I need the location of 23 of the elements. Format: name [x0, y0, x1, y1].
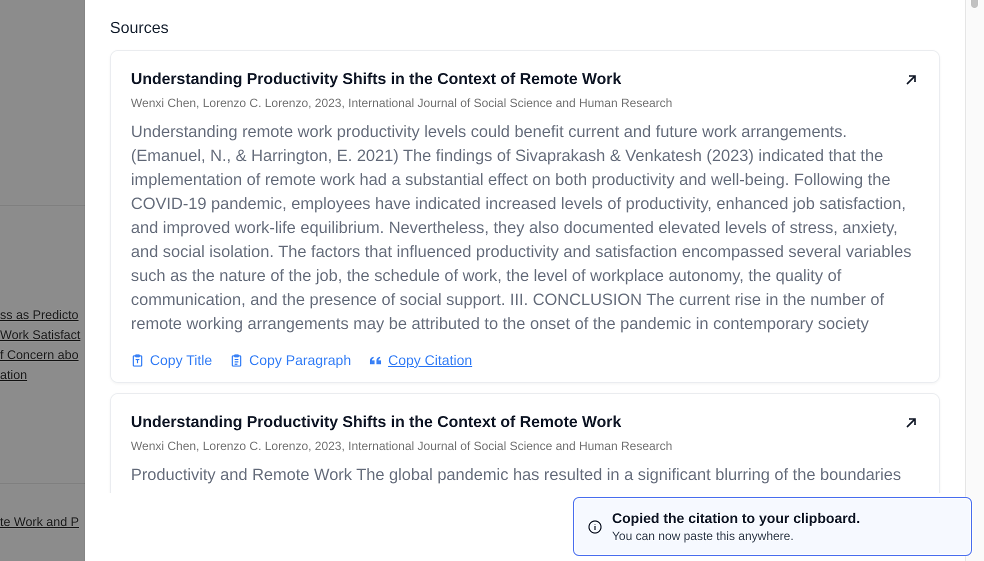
copy-link[interactable]: Copy Title: [130, 352, 212, 368]
link-text[interactable]: Work Satisfact: [0, 324, 80, 344]
source-meta: Wenxi Chen, Lorenzo C. Lorenzo, 2023, International Journal of Social Science and Human Research: [130, 96, 674, 110]
copy-link[interactable]: Copy Paragraph: [230, 352, 352, 368]
link-text[interactable]: f Concern abo: [0, 344, 79, 364]
source-title: Understanding Productivity Shifts in the Context of Remote Work: [130, 71, 622, 89]
arrow-up-right-icon[interactable]: [905, 417, 918, 429]
link-text[interactable]: ation: [0, 364, 28, 384]
source-paragraph: Productivity and Remote Work The global pandemic has resulted in a significant blurring of the boundaries: [130, 465, 902, 486]
clipboard-icon: [130, 354, 144, 366]
scrollbar[interactable]: [965, 0, 984, 561]
source-meta: Wenxi Chen, Lorenzo C. Lorenzo, 2023, International Journal of Social Science and Human Research: [130, 439, 674, 453]
clipboard-list-icon: [230, 354, 244, 366]
source-title: Understanding Productivity Shifts in the Context of Remote Work: [130, 414, 622, 432]
section-heading: Sources: [110, 20, 169, 38]
toast-message: You can now paste this anywhere.: [612, 529, 795, 543]
link-text[interactable]: ss as Predicto: [0, 304, 79, 324]
copy-link[interactable]: Copy Citation: [369, 352, 472, 368]
toast-title: Copied the citation to your clipboard.: [612, 510, 860, 526]
source-paragraph: Understanding remote work productivity levels could benefit current and future work arrangements. (Emanuel, N., & Harrington, E. 2021) The findings of Sivaprakash & Venkatesh (2023) indicated that the implementation of remote work had a substantial effect on both productivity and well-being. Following the COVID-19 pandemic, employees have indicated increased levels of productivity, enhanced job satisfaction, and improved work-life equilibrium. Nevertheless, they also documented elevated levels of stress, anxiety, and social isolation. The factors that influenced productivity and satisfaction encompassed several variables such as the nature of the job, the schedule of work, the level of workplace autonomy, the quality of communication, and the presence of social support. III. CONCLUSION The current rise in the number of remote working arrangements may be attributed to the onset of the pandemic in contemporary society: [130, 122, 912, 335]
arrow-up-right-icon[interactable]: [905, 74, 918, 86]
link-text[interactable]: te Work and P: [0, 512, 79, 532]
info-icon: [588, 520, 602, 534]
